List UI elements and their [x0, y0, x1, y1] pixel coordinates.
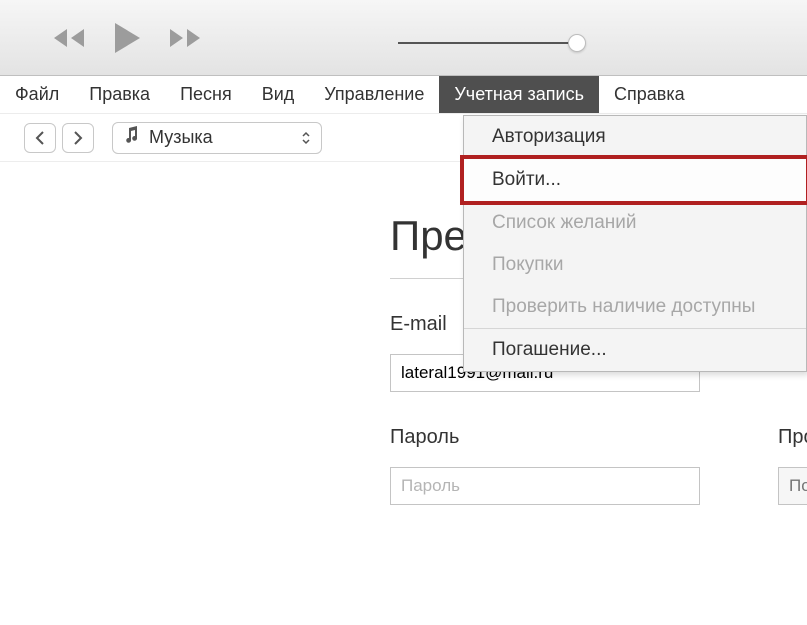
previous-button[interactable] — [50, 26, 88, 50]
progress-slider[interactable] — [398, 36, 578, 50]
dropdown-item-signin[interactable]: Войти... — [460, 155, 807, 205]
progress-knob[interactable] — [568, 34, 586, 52]
dropdown-item-check-available: Проверить наличие доступны — [464, 286, 806, 328]
menu-edit[interactable]: Правка — [74, 76, 165, 113]
transport-controls — [50, 20, 204, 56]
chevron-right-icon — [73, 131, 83, 145]
chevron-left-icon — [35, 131, 45, 145]
dropdown-item-purchases: Покупки — [464, 244, 806, 286]
dropdown-item-redeem[interactable]: Погашение... — [464, 329, 806, 371]
library-label: Музыка — [149, 127, 213, 148]
confirm-group: Пров — [778, 426, 807, 505]
forward-button[interactable] — [62, 123, 94, 153]
play-button[interactable] — [110, 20, 144, 56]
next-button[interactable] — [166, 26, 204, 50]
password-field[interactable] — [390, 467, 700, 505]
dropdown-item-authorization[interactable]: Авторизация — [464, 116, 806, 158]
play-icon — [110, 20, 144, 56]
playback-bar — [0, 0, 807, 76]
dropdown-arrows-icon — [301, 131, 311, 145]
menu-help[interactable]: Справка — [599, 76, 700, 113]
confirm-field[interactable] — [778, 467, 807, 505]
nav-buttons — [24, 123, 94, 153]
menu-song[interactable]: Песня — [165, 76, 247, 113]
menu-view[interactable]: Вид — [247, 76, 310, 113]
next-icon — [166, 26, 204, 50]
music-note-icon — [123, 126, 139, 149]
account-dropdown: Авторизация Войти... Список желаний Поку… — [463, 115, 807, 372]
menu-controls[interactable]: Управление — [309, 76, 439, 113]
dropdown-item-wishlist: Список желаний — [464, 202, 806, 244]
previous-icon — [50, 26, 88, 50]
menubar: Файл Правка Песня Вид Управление Учетная… — [0, 76, 807, 114]
confirm-label: Пров — [778, 426, 807, 449]
menu-account[interactable]: Учетная запись — [439, 76, 599, 113]
progress-track — [398, 42, 578, 44]
password-group: Пароль — [390, 426, 700, 505]
back-button[interactable] — [24, 123, 56, 153]
menu-file[interactable]: Файл — [0, 76, 74, 113]
library-selector[interactable]: Музыка — [112, 122, 322, 154]
password-label: Пароль — [390, 426, 700, 449]
